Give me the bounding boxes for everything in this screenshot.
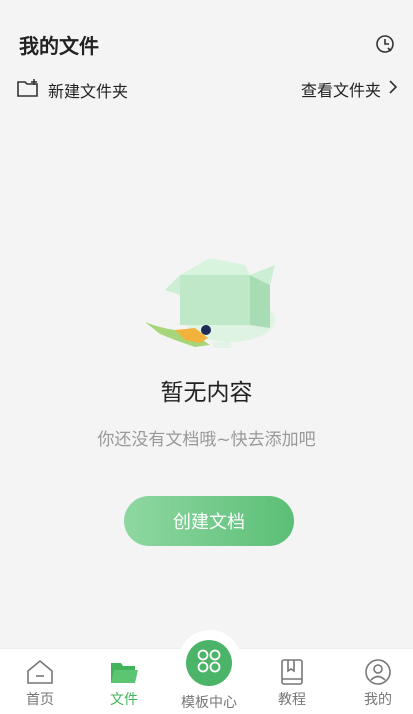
empty-state-title: 暂无内容 [160, 380, 253, 406]
tab-tutorial[interactable]: 教程 [262, 657, 322, 709]
tab-files[interactable]: 文件 [94, 657, 154, 709]
empty-state-subtitle: 你还没有文档哦~快去添加吧 [97, 430, 316, 450]
view-folder-label: 查看文件夹 [300, 81, 381, 100]
home-icon [25, 657, 55, 687]
create-document-button[interactable]: 创建文档 [124, 496, 294, 546]
user-icon [363, 657, 393, 687]
chevron-right-icon [387, 79, 399, 99]
grid-apps-icon [196, 648, 222, 678]
header: 我的文件 新建文件夹 查看文件夹 [0, 0, 413, 120]
tab-home[interactable]: 首页 [10, 657, 70, 709]
open-box-person-illustration [140, 250, 280, 360]
tab-template-center-label[interactable]: 模板中心 [171, 692, 247, 712]
clock-history-icon[interactable] [375, 34, 395, 54]
tab-template-center[interactable] [186, 640, 232, 686]
book-icon [277, 657, 307, 687]
tab-files-label: 文件 [110, 692, 138, 708]
tab-tutorial-label: 教程 [278, 692, 306, 708]
new-folder-label: 新建文件夹 [48, 82, 129, 101]
tab-mine-label: 我的 [364, 692, 392, 708]
new-folder-button[interactable]: 新建文件夹 [16, 77, 128, 103]
tab-mine[interactable]: 我的 [348, 657, 408, 709]
folder-icon [109, 657, 139, 687]
tab-home-label: 首页 [26, 692, 54, 708]
folder-plus-icon [16, 77, 40, 103]
view-folder-link[interactable]: 查看文件夹 [301, 77, 399, 101]
page-title: 我的文件 [19, 34, 99, 58]
